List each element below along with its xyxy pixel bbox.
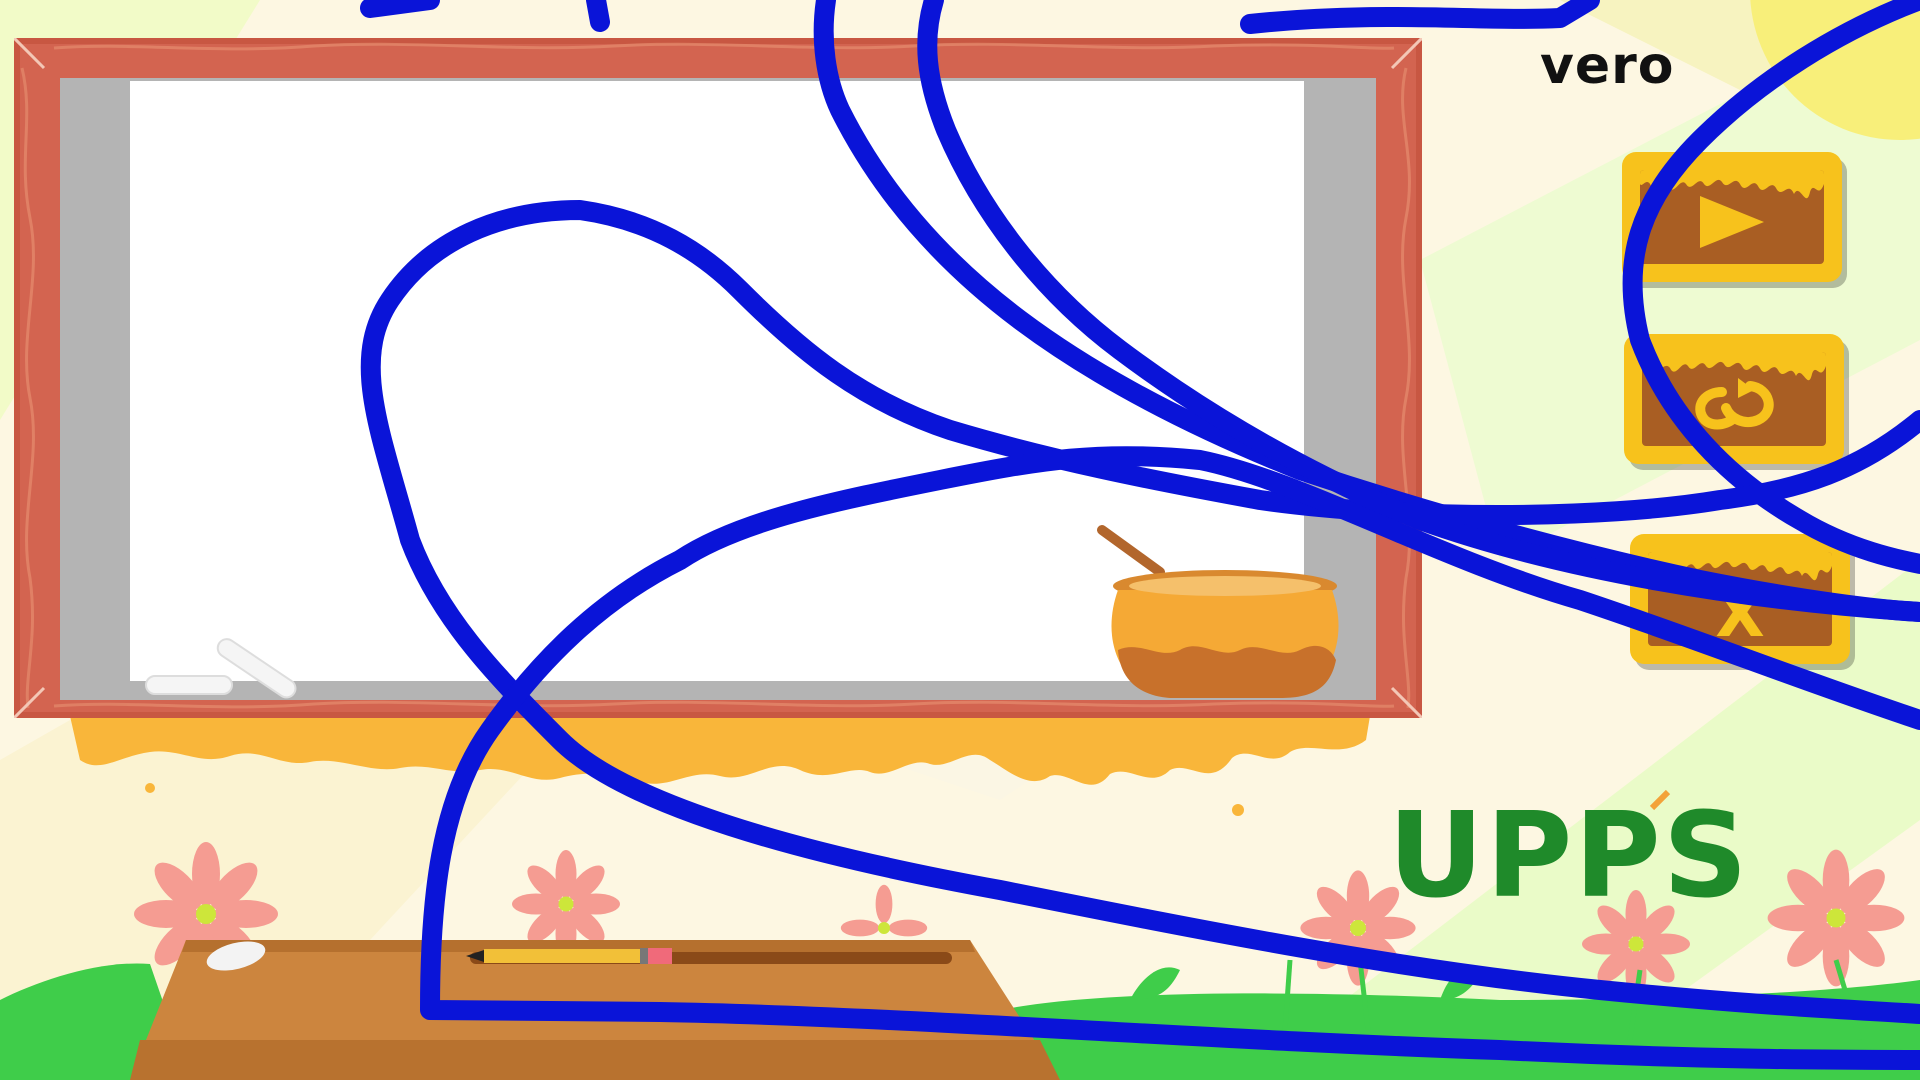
restart-button[interactable] [1624, 334, 1844, 464]
restart-icon [1642, 352, 1826, 430]
close-label: X [1715, 578, 1764, 646]
play-button[interactable] [1622, 152, 1842, 282]
player-name: vero [1540, 36, 1675, 96]
close-icon: X [1648, 552, 1832, 646]
close-button[interactable]: X [1630, 534, 1850, 664]
drawing-canvas[interactable] [130, 81, 1304, 681]
button-panel [1640, 170, 1824, 264]
button-panel: X [1648, 552, 1832, 646]
upps-logo: UPPS [1388, 786, 1750, 924]
button-panel [1642, 352, 1826, 446]
play-icon [1640, 170, 1824, 248]
